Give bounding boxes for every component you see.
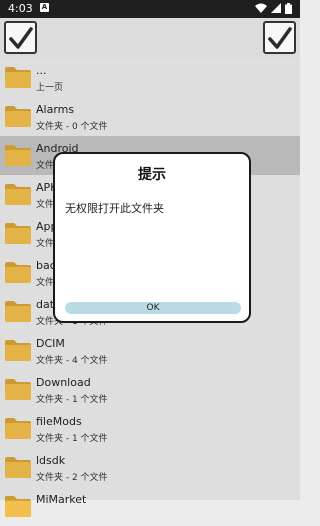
- check-icon: [268, 27, 292, 49]
- confirm-button-left[interactable]: [4, 21, 37, 54]
- dialog-message: 无权限打开此文件夹: [65, 202, 164, 215]
- check-icon: [9, 27, 33, 49]
- battery-icon: [285, 3, 292, 14]
- ok-button[interactable]: OK: [65, 302, 241, 314]
- alert-dialog: 提示 无权限打开此文件夹 OK: [53, 152, 251, 323]
- signal-icon: [271, 3, 281, 13]
- status-bar: 4:03 A: [0, 0, 300, 18]
- confirm-button-right[interactable]: [263, 21, 296, 54]
- notification-icon: A: [40, 3, 49, 12]
- dialog-title: 提示: [138, 167, 166, 183]
- toolbar: [0, 18, 300, 58]
- status-time: 4:03: [8, 2, 33, 15]
- wifi-icon: [255, 3, 267, 13]
